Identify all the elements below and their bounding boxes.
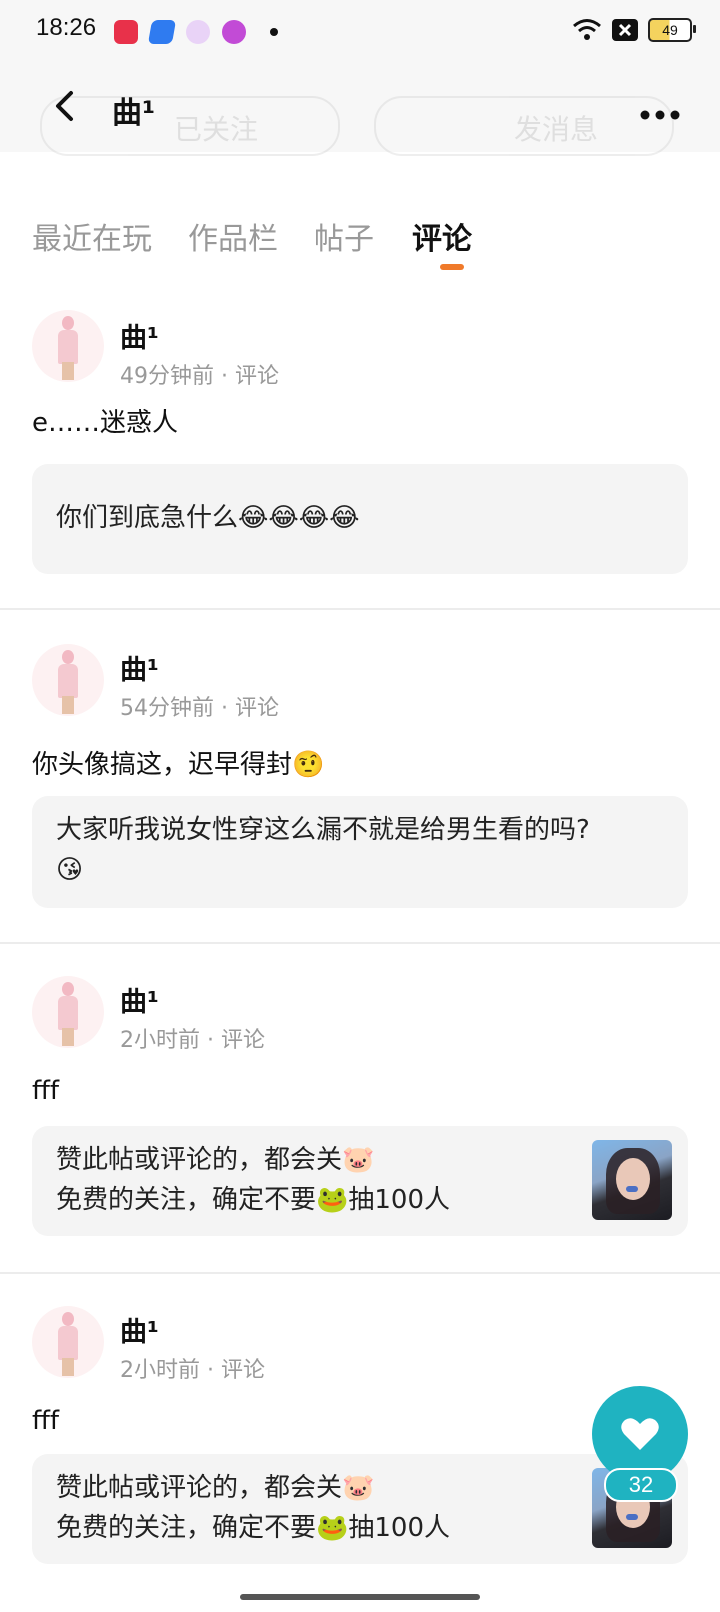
tab-recently-played[interactable]: 最近在玩 [32, 214, 152, 258]
quoted-text-line: 免费的关注，确定不要🐸抽100人 [56, 1513, 450, 1543]
quoted-text-line: 免费的关注，确定不要🐸抽100人 [56, 1185, 450, 1215]
username[interactable]: 曲¹ [120, 648, 159, 687]
active-tab-indicator [440, 264, 464, 270]
status-bar: 18:26 49 [0, 0, 720, 64]
quoted-text-line: 大家听我说女性穿这么漏不就是给男生看的吗? [56, 815, 590, 845]
page-title: 曲¹ [112, 96, 156, 131]
username[interactable]: 曲¹ [120, 1310, 159, 1349]
more-dots-icon [640, 110, 680, 120]
profile-actions-ghost: 已关注 发消息 [0, 96, 720, 160]
back-button[interactable] [46, 86, 82, 126]
avatar[interactable] [32, 976, 104, 1048]
tab-posts[interactable]: 帖子 [314, 214, 374, 258]
avatar[interactable] [32, 310, 104, 382]
notification-dot [270, 28, 278, 36]
comment-text: fff [32, 1406, 60, 1436]
comment-card[interactable]: 曲¹ 2小时前 · 评论 fff 赞此帖或评论的，都会关🐷 免费的关注，确定不要… [0, 944, 720, 1274]
comment-text: 你头像搞这，迟早得封🤨 [32, 750, 325, 780]
comment-card[interactable]: 曲¹ 54分钟前 · 评论 你头像搞这，迟早得封🤨 大家听我说女性穿这么漏不就是… [0, 610, 720, 944]
quoted-post[interactable]: 赞此帖或评论的，都会关🐷 免费的关注，确定不要🐸抽100人 [32, 1454, 688, 1564]
heart-icon [621, 1418, 659, 1450]
comment-meta: 2小时前 · 评论 [120, 1358, 265, 1383]
tab-bar: 最近在玩 作品栏 帖子 评论 [0, 190, 720, 283]
avatar[interactable] [32, 1306, 104, 1378]
username[interactable]: 曲¹ [120, 316, 159, 355]
quoted-text-line: 你们到底急什么😂😂😂😂 [56, 503, 360, 533]
chevron-left-icon [56, 91, 73, 121]
comment-card[interactable]: 曲¹ 49分钟前 · 评论 e……迷惑人 你们到底急什么😂😂😂😂 [0, 282, 720, 610]
home-indicator[interactable] [240, 1594, 480, 1600]
tab-works[interactable]: 作品栏 [188, 214, 278, 258]
avatar[interactable] [32, 644, 104, 716]
follow-label: 已关注 [174, 113, 259, 146]
quoted-text-line: 赞此帖或评论的，都会关🐷 [56, 1145, 375, 1175]
close-box-icon [612, 19, 638, 41]
quoted-text-line: 赞此帖或评论的，都会关🐷 [56, 1473, 375, 1503]
like-count: 32 [604, 1468, 678, 1502]
comment-meta: 2小时前 · 评论 [120, 1028, 265, 1053]
status-right: 49 [572, 18, 696, 42]
heart-app-icon [186, 20, 210, 44]
comment-meta: 49分钟前 · 评论 [120, 364, 279, 389]
battery-level: 49 [662, 22, 678, 38]
quoted-post[interactable]: 赞此帖或评论的，都会关🐷 免费的关注，确定不要🐸抽100人 [32, 1126, 688, 1236]
video-app-icon [114, 20, 138, 44]
battery-icon: 49 [648, 18, 696, 42]
username[interactable]: 曲¹ [120, 980, 159, 1019]
quoted-post[interactable]: 你们到底急什么😂😂😂😂 [32, 464, 688, 574]
wifi-icon [573, 19, 601, 40]
paint-app-icon [222, 20, 246, 44]
comment-meta: 54分钟前 · 评论 [120, 696, 279, 721]
tab-comments[interactable]: 评论 [412, 214, 472, 258]
comment-text: fff [32, 1076, 60, 1106]
quoted-post[interactable]: 大家听我说女性穿这么漏不就是给男生看的吗? 😘 [32, 796, 688, 908]
status-time: 18:26 [36, 14, 97, 41]
blue-app-icon [147, 20, 177, 44]
quoted-post-thumbnail [592, 1140, 672, 1220]
comment-text: e……迷惑人 [32, 408, 178, 438]
message-label: 发消息 [514, 113, 599, 146]
more-options-button[interactable] [640, 94, 680, 129]
quoted-text-line: 😘 [56, 855, 84, 885]
